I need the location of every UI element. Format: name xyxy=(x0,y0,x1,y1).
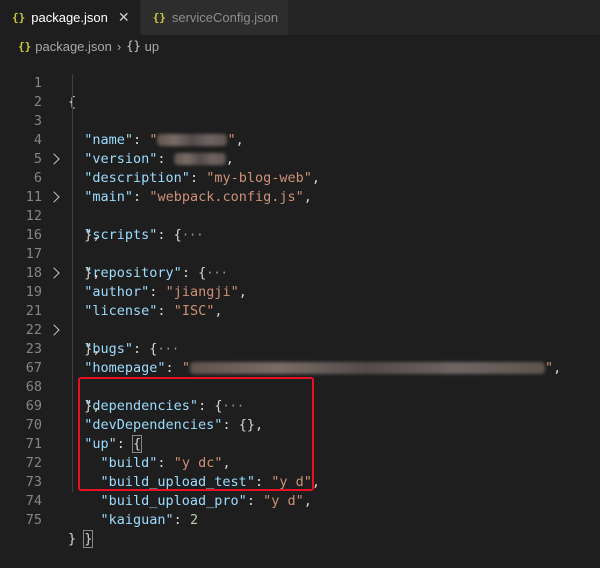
breadcrumb-symbol[interactable]: up xyxy=(145,39,159,54)
breadcrumb-file[interactable]: package.json xyxy=(35,39,112,54)
indent-guide xyxy=(72,188,73,207)
code-line: 17 "author": "jiangji", xyxy=(0,226,600,300)
code-line: 22 "homepage": " ", xyxy=(0,302,600,376)
indent-guide xyxy=(72,378,73,397)
chevron-right-icon[interactable] xyxy=(48,324,60,336)
code-line: 16 }, xyxy=(0,207,600,281)
chevron-right-icon: › xyxy=(116,38,122,54)
line-code: "kaiguan": 2 xyxy=(100,512,199,528)
indent-guide xyxy=(72,74,73,93)
code-line: 4 "description": "my-blog-web", xyxy=(0,112,600,186)
indent-guide xyxy=(72,473,73,492)
highlight-annotation-box xyxy=(78,377,314,491)
breadcrumb: {} package.json › {} up xyxy=(0,35,600,57)
matching-bracket: } xyxy=(83,530,94,548)
indent-guide xyxy=(72,169,73,188)
object-symbol-icon: {} xyxy=(126,39,141,53)
json-number: 2 xyxy=(189,512,199,528)
tab-serviceconfig-json[interactable]: {} serviceConfig.json xyxy=(140,0,290,35)
indent-guide xyxy=(72,397,73,416)
line-code: } xyxy=(68,531,77,547)
code-line: 6 "scripts": {··· xyxy=(0,150,600,243)
indent-guide xyxy=(72,93,73,112)
indent-guide xyxy=(72,340,73,359)
indent-guide xyxy=(72,435,73,454)
indent-guide xyxy=(72,245,73,264)
code-line: 12 "repository": {··· xyxy=(0,188,600,281)
code-line: 2 "name": " ", xyxy=(0,74,600,148)
indent-guide xyxy=(72,150,73,169)
indent-guide xyxy=(72,226,73,245)
indent-guide xyxy=(72,416,73,435)
indent-guide xyxy=(72,112,73,131)
code-line: 68 "devDependencies": {}, xyxy=(0,359,600,433)
tab-label: package.json xyxy=(31,10,108,25)
code-line: 67 }, xyxy=(0,340,600,414)
tab-package-json[interactable]: {} package.json ✕ xyxy=(0,0,141,35)
chevron-right-icon[interactable] xyxy=(48,191,60,203)
json-file-icon: {} xyxy=(12,11,26,24)
code-line: 23 "dependencies": {··· xyxy=(0,321,600,414)
code-line: 3 "version": , xyxy=(0,93,600,167)
indent-guide xyxy=(72,283,73,302)
indent-guide xyxy=(72,302,73,321)
indent-guide xyxy=(72,321,73,340)
json-file-icon: {} xyxy=(18,39,32,53)
code-line: 21 }, xyxy=(0,283,600,357)
indent-guide xyxy=(72,207,73,226)
indent-guide xyxy=(72,454,73,473)
tab-label: serviceConfig.json xyxy=(171,10,279,25)
chevron-right-icon[interactable] xyxy=(48,153,60,165)
code-line: 75 } xyxy=(0,492,600,547)
code-line: 18 "license": "ISC", xyxy=(0,245,600,319)
json-file-icon: {} xyxy=(152,11,166,24)
line-number: 75 xyxy=(25,512,42,528)
indent-guide xyxy=(72,264,73,283)
tab-bar: {} package.json ✕ {} serviceConfig.json xyxy=(0,0,600,35)
code-line: 1 { xyxy=(0,55,600,110)
indent-guide xyxy=(72,131,73,150)
code-line: 5 "main": "webpack.config.js", xyxy=(0,131,600,205)
indent-guide xyxy=(72,359,73,378)
json-key: "kaiguan" xyxy=(100,512,174,528)
chevron-right-icon[interactable] xyxy=(48,267,60,279)
code-line: 19 "bugs": {··· xyxy=(0,264,600,357)
close-icon[interactable]: ✕ xyxy=(118,9,130,26)
code-line: 11 }, xyxy=(0,169,600,243)
